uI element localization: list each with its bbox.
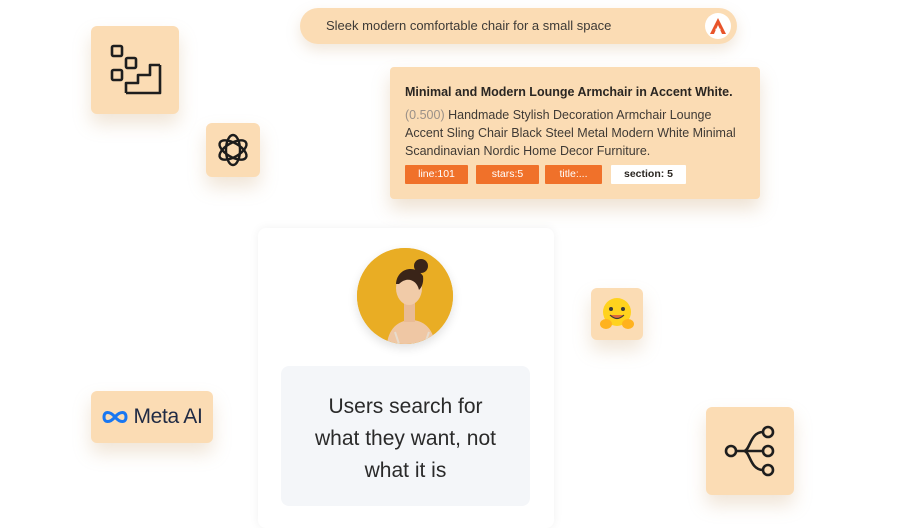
user-portrait-icon xyxy=(357,248,453,344)
tagline-box: Users search for what they want, not wha… xyxy=(281,366,530,506)
workflow-tile xyxy=(91,26,179,114)
branch-tree-icon xyxy=(724,425,775,477)
tagline-line-2: what they want, not xyxy=(315,427,496,450)
avatar xyxy=(357,248,453,344)
tag-chip: section: 5 xyxy=(611,165,686,184)
hugging-face-tile xyxy=(591,288,643,340)
tagline: Users search for what they want, not wha… xyxy=(281,391,530,487)
result-description: Handmade Stylish Decoration Armchair Lou… xyxy=(405,108,736,158)
anthropic-a-icon xyxy=(705,13,731,39)
branch-tile xyxy=(706,407,794,495)
tag-chip: line:101 xyxy=(405,165,468,184)
tag-chip: stars:5 xyxy=(476,165,539,184)
search-query[interactable]: Sleek modern comfortable chair for a sma… xyxy=(326,18,611,33)
tagline-line-1: Users search for xyxy=(328,395,483,418)
openai-tile xyxy=(206,123,260,177)
search-bar[interactable]: Sleek modern comfortable chair for a sma… xyxy=(300,8,737,44)
search-result-card[interactable]: Minimal and Modern Lounge Armchair in Ac… xyxy=(390,67,760,199)
tagline-line-3: what it is xyxy=(364,459,447,482)
result-score: (0.500) xyxy=(405,108,445,122)
tag-chip: title:... xyxy=(545,165,602,184)
meta-ai-tile: Meta AI xyxy=(91,391,213,443)
hugging-face-icon xyxy=(600,298,634,329)
meta-infinity-icon xyxy=(102,411,128,423)
workflow-steps-icon xyxy=(110,44,162,95)
result-title: Minimal and Modern Lounge Armchair in Ac… xyxy=(405,85,733,99)
result-description-block: (0.500) Handmade Stylish Decoration Armc… xyxy=(405,106,750,160)
openai-icon xyxy=(218,133,248,167)
meta-ai-label: Meta AI xyxy=(133,405,203,428)
